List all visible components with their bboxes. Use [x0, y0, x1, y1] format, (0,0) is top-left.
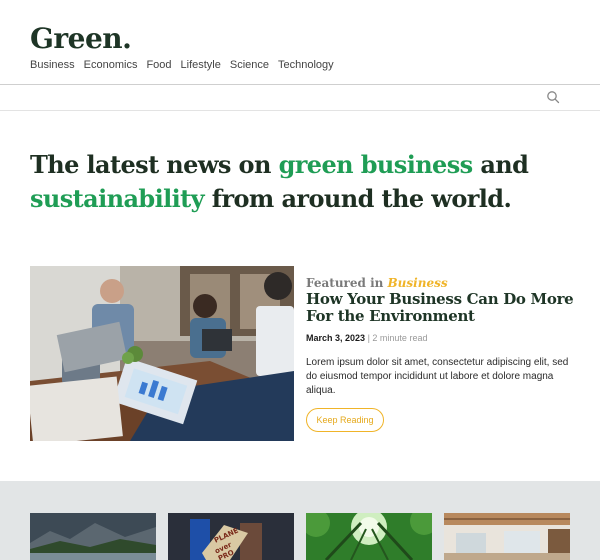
article-date: March 3, 2023 — [306, 333, 366, 343]
article-card-thumbnail-4[interactable] — [444, 513, 570, 560]
article-card-thumbnail-1[interactable] — [30, 513, 156, 560]
nav-item-business[interactable]: Business — [30, 59, 75, 71]
keep-reading-button[interactable]: Keep Reading — [306, 408, 384, 432]
nav-item-lifestyle[interactable]: Lifestyle — [181, 59, 221, 71]
featured-article-meta: March 3, 2023 | 2 minute read — [306, 333, 428, 343]
read-time: 2 minute read — [372, 333, 428, 343]
hero-headline: The latest news on green business and su… — [30, 150, 529, 213]
nav-item-technology[interactable]: Technology — [278, 59, 334, 71]
featured-category[interactable]: Business — [388, 276, 448, 290]
header-divider-top — [0, 84, 600, 85]
featured-article-title[interactable]: How Your Business Can Do More For the En… — [306, 291, 576, 325]
article-card-thumbnail-3[interactable] — [306, 513, 432, 560]
nav-item-economics[interactable]: Economics — [84, 59, 138, 71]
search-icon[interactable] — [546, 90, 560, 104]
article-card-thumbnail-2[interactable]: PLANE over PRO — [168, 513, 294, 560]
header-divider-bottom — [0, 110, 600, 111]
main-nav: Business Economics Food Lifestyle Scienc… — [30, 59, 334, 71]
featured-article-image[interactable] — [30, 266, 294, 441]
featured-article-excerpt: Lorem ipsum dolor sit amet, consectetur … — [306, 357, 569, 396]
site-logo[interactable]: Green. — [30, 22, 132, 55]
nav-item-science[interactable]: Science — [230, 59, 269, 71]
nav-item-food[interactable]: Food — [146, 59, 171, 71]
featured-category-line: Featured in Business — [306, 276, 448, 290]
